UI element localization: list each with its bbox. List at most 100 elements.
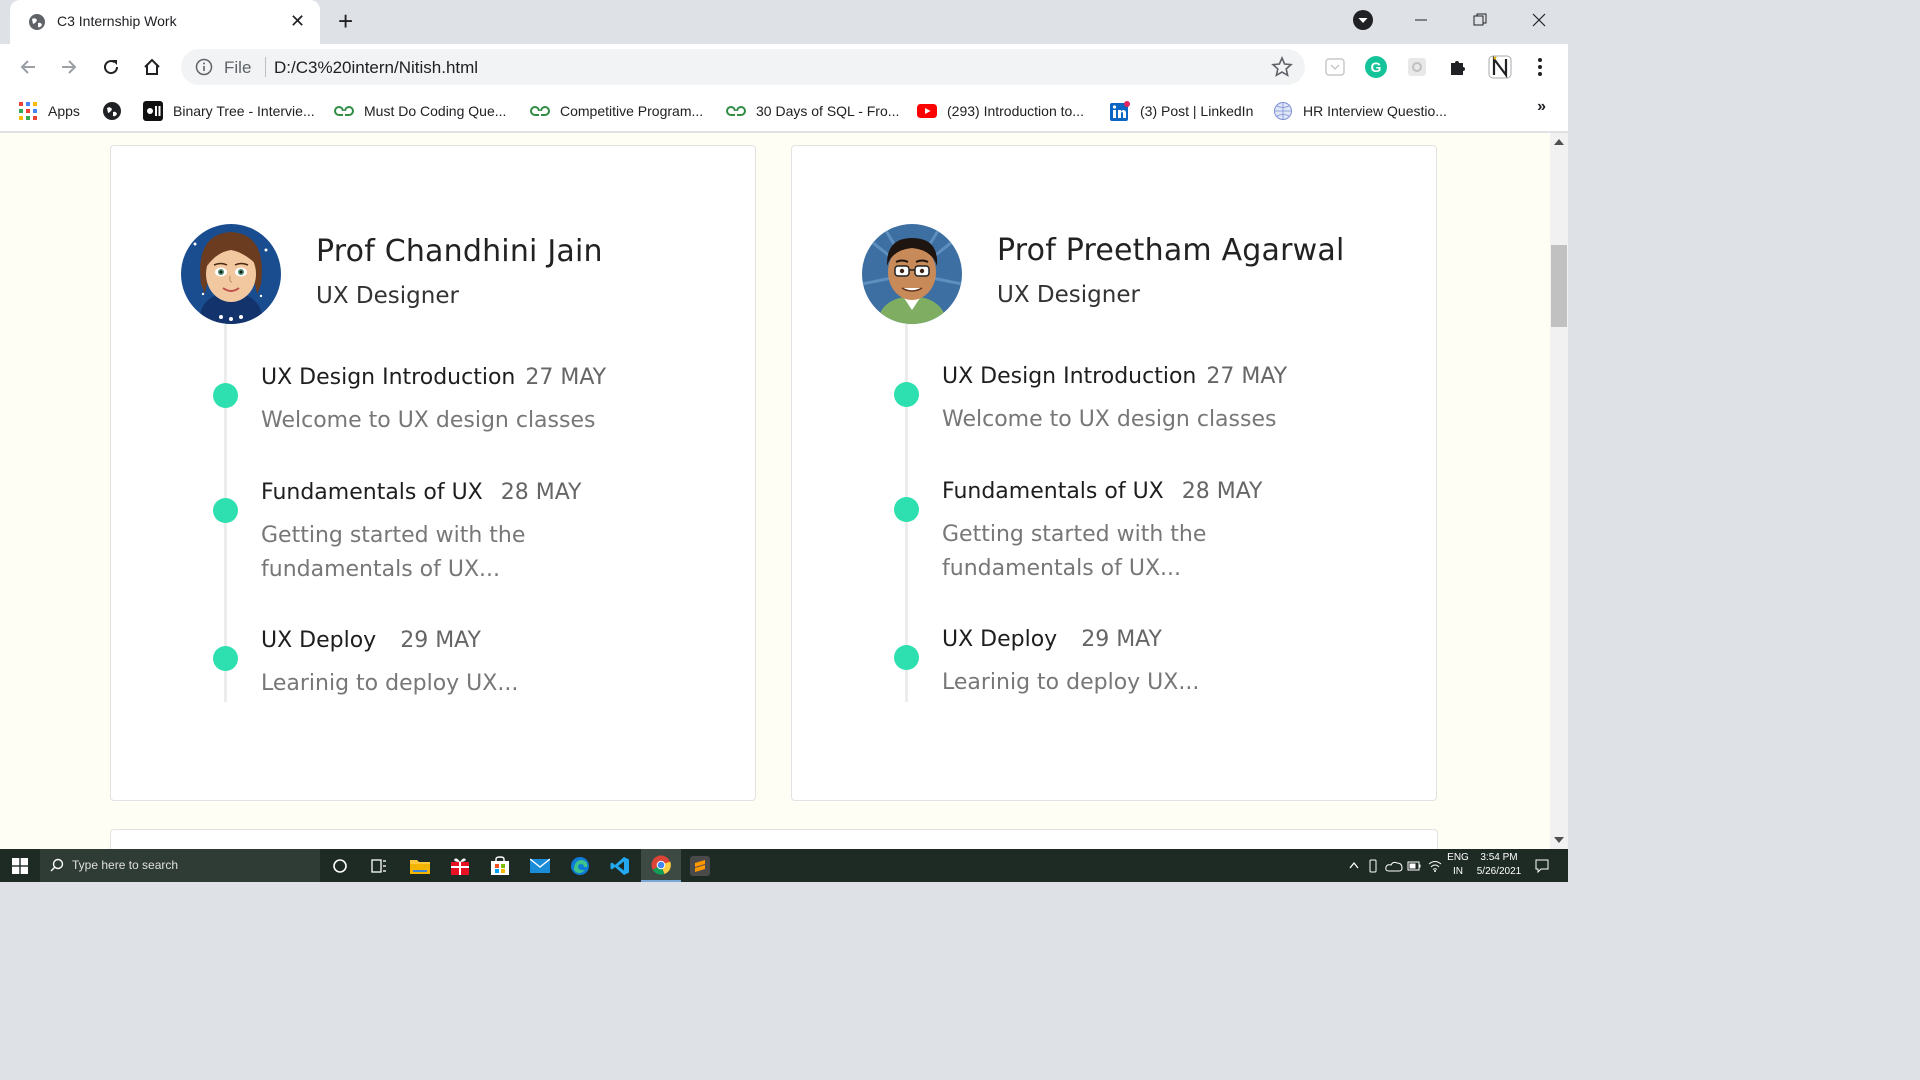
timeline-date: 29 MAY (1081, 627, 1162, 652)
browser-tab[interactable]: C3 Internship Work ✕ (10, 0, 320, 44)
info-icon[interactable] (195, 58, 213, 76)
onedrive-cloud-icon[interactable] (1385, 860, 1403, 872)
bookmark-apps[interactable]: Apps (18, 101, 80, 121)
address-bar[interactable]: File D:/C3%20intern/Nitish.html (181, 49, 1305, 85)
mail-button[interactable] (529, 855, 551, 877)
geeksforgeeks-icon (726, 101, 746, 121)
sublime-text-icon (690, 856, 710, 876)
gift-app-button[interactable] (449, 855, 471, 877)
geeksforgeeks-icon (334, 101, 354, 121)
action-center-icon[interactable] (1535, 859, 1549, 873)
reload-button[interactable] (96, 52, 126, 82)
cortana-button[interactable] (329, 855, 351, 877)
instructor-card: Prof Preetham Agarwal UX Designer UX Des… (791, 145, 1437, 801)
timeline-item: UX Design Introduction 27 MAY Welcome to … (894, 364, 1412, 437)
puzzle-icon (1451, 61, 1465, 75)
back-button[interactable] (13, 52, 43, 82)
close-window-button[interactable] (1510, 0, 1568, 40)
edge-icon (571, 857, 589, 875)
timeline-item: UX Deploy 29 MAY Learinig to deploy UX... (894, 627, 1412, 700)
extension-pocket-button[interactable] (1324, 56, 1346, 78)
scroll-down-arrow-icon[interactable] (1554, 837, 1564, 843)
bookmark-globe[interactable] (102, 101, 132, 121)
bookmarks-overflow-button[interactable]: » (1537, 98, 1546, 116)
timeline-item: Fundamentals of UX 28 MAY Getting started… (213, 480, 731, 587)
home-button[interactable] (137, 52, 167, 82)
page-scrollbar[interactable] (1550, 133, 1568, 849)
restore-button[interactable] (1451, 0, 1509, 40)
folder-icon (410, 860, 430, 874)
timeline-date: 27 MAY (525, 365, 607, 390)
microsoft-store-button[interactable] (489, 855, 511, 877)
linkedin-icon (1110, 101, 1130, 121)
edge-button[interactable] (569, 855, 591, 877)
instructor-name: Prof Preetham Agarwal (997, 233, 1345, 268)
wifi-icon[interactable] (1428, 860, 1442, 872)
timeline-date: 29 MAY (400, 628, 481, 653)
extension-generic-button[interactable] (1406, 56, 1428, 78)
arrow-right-icon (62, 60, 77, 74)
battery-icon[interactable] (1407, 861, 1421, 871)
timeline-heading: Fundamentals of UX 28 MAY (261, 480, 731, 505)
file-explorer-button[interactable] (409, 855, 431, 877)
forward-button[interactable] (54, 52, 84, 82)
timeline-title: UX Deploy (942, 627, 1058, 652)
timeline-title: Fundamentals of UX (942, 479, 1164, 504)
extension-grammarly-button[interactable]: G (1365, 56, 1387, 78)
avatar-male (862, 224, 962, 324)
grammarly-icon: G (1365, 56, 1387, 78)
timeline-title: UX Deploy (261, 628, 377, 653)
profile-button[interactable] (1488, 55, 1512, 79)
bookmark-linkedin[interactable]: (3) Post | LinkedIn (1110, 101, 1253, 121)
gift-icon (451, 858, 469, 875)
bookmark-label: Apps (48, 103, 80, 119)
new-tab-button[interactable]: + (338, 8, 353, 34)
bookmark-competitive-programming[interactable]: Competitive Program... (530, 101, 703, 121)
scroll-up-arrow-icon[interactable] (1554, 139, 1564, 145)
task-view-icon (371, 859, 386, 873)
chevron-up-icon[interactable] (1349, 861, 1359, 869)
language-indicator[interactable]: ENG IN (1444, 851, 1472, 879)
windows-logo-icon (12, 858, 28, 874)
profile-avatar-icon (1488, 55, 1512, 79)
bookmark-binary-tree[interactable]: Binary Tree - Intervie... (143, 101, 315, 121)
timeline-heading: UX Deploy 29 MAY (942, 627, 1412, 652)
more-vertical-icon (1538, 58, 1542, 76)
timeline-heading: UX Deploy 29 MAY (261, 628, 731, 653)
taskbar-search-box[interactable]: Type here to search (40, 849, 320, 882)
close-tab-icon[interactable]: ✕ (290, 11, 305, 31)
bookmark-star-icon[interactable] (1271, 56, 1293, 78)
timeline-dot (213, 383, 238, 408)
timeline-dot (213, 498, 238, 523)
instructor-card: Prof Chandhini Jain UX Designer UX Desig… (110, 145, 756, 801)
phone-link-icon[interactable] (1367, 859, 1379, 873)
system-clock[interactable]: 3:54 PM 5/26/2021 (1474, 851, 1524, 879)
bookmark-youtube[interactable]: (293) Introduction to... (917, 101, 1084, 121)
globe-icon (102, 101, 122, 121)
timeline-dot (213, 646, 238, 671)
url-divider (265, 57, 266, 77)
vscode-button[interactable] (609, 855, 631, 877)
instructor-role: UX Designer (316, 283, 459, 309)
avatar-female (181, 224, 281, 324)
url-text[interactable]: D:/C3%20intern/Nitish.html (274, 58, 478, 78)
bookmark-must-do-coding[interactable]: Must Do Coding Que... (334, 101, 506, 121)
bookmark-label: (293) Introduction to... (947, 103, 1084, 119)
minimize-button[interactable] (1392, 0, 1450, 40)
bookmark-30-days-sql[interactable]: 30 Days of SQL - Fro... (726, 101, 899, 121)
bookmark-label: (3) Post | LinkedIn (1140, 103, 1254, 119)
extensions-menu-button[interactable] (1447, 56, 1469, 78)
instructor-role: UX Designer (997, 282, 1140, 308)
start-button[interactable] (9, 855, 31, 877)
tab-search-button[interactable] (1334, 0, 1392, 40)
clock-date: 5/26/2021 (1476, 866, 1522, 877)
sublime-text-button[interactable] (689, 855, 711, 877)
bookmark-hr-interview[interactable]: HR Interview Questio... (1273, 101, 1447, 121)
chrome-taskbar-button[interactable] (641, 849, 681, 882)
timeline-description: Welcome to UX design classes (261, 408, 596, 433)
task-view-button[interactable] (368, 855, 390, 877)
timeline-dot (894, 382, 919, 407)
scrollbar-thumb[interactable] (1551, 245, 1567, 327)
extension-gear-icon (1408, 58, 1426, 76)
browser-menu-button[interactable] (1529, 56, 1551, 78)
